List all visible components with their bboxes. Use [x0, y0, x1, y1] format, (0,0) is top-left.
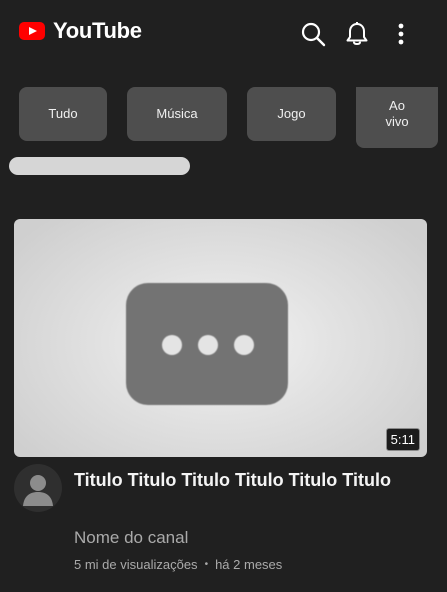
chip-musica[interactable]: Música	[127, 87, 227, 141]
loading-dot-icon	[198, 335, 218, 355]
loading-dot-icon	[234, 335, 254, 355]
more-options-button[interactable]	[386, 19, 416, 49]
top-app-bar: YouTube	[0, 0, 447, 68]
channel-name[interactable]: Nome do canal	[74, 528, 188, 548]
chip-label: Música	[156, 106, 198, 121]
chip-label: Ao vivo	[385, 98, 409, 129]
loading-dot-icon	[162, 335, 182, 355]
view-count: 5 mi de visualizações	[74, 557, 198, 572]
search-icon	[301, 22, 326, 47]
chip-label: Jogo	[277, 106, 306, 121]
youtube-logo[interactable]: YouTube	[19, 18, 142, 44]
chip-ao-vivo[interactable]: Ao vivo	[356, 87, 438, 148]
chip-jogo[interactable]: Jogo	[247, 87, 336, 141]
channel-avatar[interactable]	[14, 464, 62, 512]
chip-tudo[interactable]: Tudo	[19, 87, 107, 141]
placeholder-thumbnail-icon	[126, 283, 288, 405]
chip-label: Tudo	[48, 106, 78, 121]
bell-icon	[346, 22, 368, 45]
logo-text: YouTube	[53, 18, 142, 43]
upload-age: há 2 meses	[215, 557, 283, 572]
more-vert-icon	[398, 23, 404, 45]
notifications-button[interactable]	[342, 19, 372, 49]
video-title[interactable]: Titulo Titulo Titulo Titulo Titulo Titul…	[74, 468, 414, 493]
category-chips-bar: Tudo Música Jogo Ao vivo	[19, 87, 447, 149]
video-metadata: 5 mi de visualizações • há 2 meses	[74, 557, 282, 572]
youtube-play-logo-icon	[19, 22, 45, 40]
search-button[interactable]	[298, 19, 328, 49]
person-avatar-icon	[23, 475, 53, 506]
metadata-separator: •	[204, 559, 209, 570]
video-thumbnail[interactable]: 5:11	[14, 219, 427, 457]
horizontal-scrollbar[interactable]	[9, 157, 190, 175]
duration-badge: 5:11	[385, 428, 420, 451]
